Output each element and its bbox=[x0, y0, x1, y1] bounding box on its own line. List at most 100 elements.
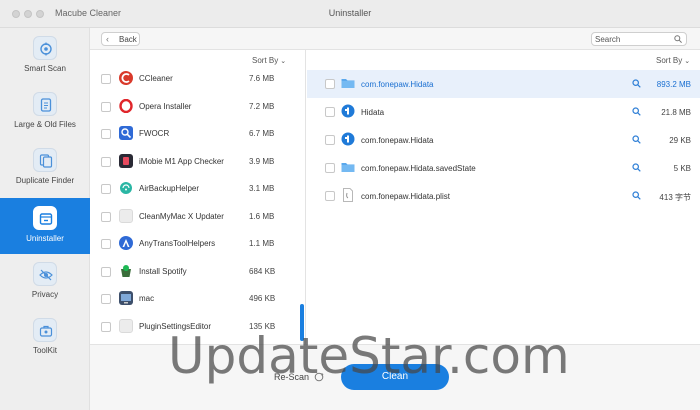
search-input[interactable] bbox=[595, 34, 675, 45]
list-item[interactable]: mac 496 KB bbox=[90, 286, 300, 314]
app-checkbox[interactable] bbox=[101, 239, 111, 249]
reveal-in-finder-icon[interactable] bbox=[632, 107, 641, 118]
sidebar-item-privacy[interactable]: Privacy bbox=[0, 254, 90, 310]
generic-app-icon bbox=[119, 208, 133, 223]
watermark-text: UpdateStar.com bbox=[168, 327, 570, 385]
file-row[interactable]: com.fonepaw.Hidata 893.2 MB bbox=[307, 70, 700, 98]
file-row[interactable]: com.fonepaw.Hidata 29 KB bbox=[307, 126, 700, 154]
list-item[interactable]: FWOCR 6.7 MB bbox=[90, 121, 300, 149]
search-box bbox=[591, 32, 687, 46]
plist-icon bbox=[341, 188, 355, 202]
list-item[interactable]: CCleaner 7.6 MB bbox=[90, 66, 300, 94]
file-checkbox[interactable] bbox=[325, 163, 335, 173]
reveal-in-finder-icon[interactable] bbox=[632, 163, 641, 174]
eye-off-icon bbox=[33, 262, 57, 286]
file-checkbox[interactable] bbox=[325, 79, 335, 89]
file-checkbox[interactable] bbox=[325, 135, 335, 145]
title-bar: Uninstaller Macube Cleaner bbox=[0, 0, 700, 28]
file-row[interactable]: com.fonepaw.Hidata.plist 413 字节 bbox=[307, 182, 700, 210]
sidebar-item-label: Duplicate Finder bbox=[15, 176, 75, 185]
app-size: 496 KB bbox=[249, 294, 276, 303]
app-checkbox[interactable] bbox=[101, 266, 111, 277]
app-name: Opera Installer bbox=[139, 101, 192, 111]
list-item[interactable]: AirBackupHelper 3.1 MB bbox=[90, 176, 300, 204]
sidebar-item-large-old-files[interactable]: Large & Old Files bbox=[0, 84, 90, 140]
file-name: Hidata bbox=[361, 108, 385, 117]
sidebar-item-label: Smart Scan bbox=[24, 64, 66, 73]
file-name: com.fonepaw.Hidata.savedState bbox=[361, 164, 476, 173]
file-list-pane: Sort By ⌄ com.fonepaw.Hidata 893.2 MB Hid… bbox=[307, 50, 700, 344]
ccleaner-icon bbox=[119, 71, 133, 85]
app-list-pane: Sort By ⌄ CCleaner 7.6 MB Opera Installer… bbox=[90, 50, 306, 344]
copy-icon bbox=[33, 148, 57, 172]
file-row[interactable]: Hidata 21.8 MB bbox=[307, 98, 700, 126]
search-icon[interactable] bbox=[674, 35, 682, 45]
app-checkbox[interactable] bbox=[101, 101, 111, 112]
back-button[interactable]: ‹ Back bbox=[101, 32, 140, 46]
anytrans-icon bbox=[119, 236, 133, 250]
file-checkbox[interactable] bbox=[325, 191, 335, 201]
app-name: Install Spotify bbox=[139, 266, 187, 276]
back-label: Back bbox=[119, 35, 137, 44]
airbackup-icon bbox=[119, 181, 133, 195]
sidebar: Smart Scan Large & Old Files Duplicate F… bbox=[0, 28, 90, 410]
app-sort-dropdown[interactable]: Sort By ⌄ bbox=[252, 56, 286, 65]
app-name: CCleaner bbox=[139, 74, 173, 83]
sidebar-item-label: ToolKit bbox=[32, 346, 57, 355]
file-checkbox[interactable] bbox=[325, 107, 335, 117]
folder-icon bbox=[341, 76, 355, 90]
sidebar-item-duplicate-finder[interactable]: Duplicate Finder bbox=[0, 140, 90, 196]
hidata-icon bbox=[341, 132, 355, 146]
list-item[interactable]: AnyTransToolHelpers 1.1 MB bbox=[90, 231, 300, 259]
list-item[interactable]: CleanMyMac X Updater 1.6 MB bbox=[90, 204, 300, 232]
app-checkbox[interactable] bbox=[101, 211, 111, 222]
app-checkbox[interactable] bbox=[101, 156, 111, 167]
app-size: 1.1 MB bbox=[249, 239, 275, 248]
file-size: 5 KB bbox=[673, 164, 691, 173]
sidebar-item-label: Uninstaller bbox=[26, 234, 64, 243]
sidebar-item-label: Large & Old Files bbox=[14, 120, 76, 129]
sidebar-item-uninstaller[interactable]: Uninstaller bbox=[0, 198, 90, 254]
sidebar-item-toolkit[interactable]: ToolKit bbox=[0, 310, 90, 366]
app-size: 3.1 MB bbox=[249, 184, 275, 193]
file-row[interactable]: com.fonepaw.Hidata.savedState 5 KB bbox=[307, 154, 700, 182]
list-item[interactable]: iMobie M1 App Checker 3.9 MB bbox=[90, 149, 300, 177]
file-size: 29 KB bbox=[669, 136, 691, 145]
mac-icon bbox=[119, 291, 133, 305]
list-item[interactable]: Opera Installer 7.2 MB bbox=[90, 94, 300, 122]
app-checkbox[interactable] bbox=[101, 129, 111, 139]
list-item[interactable]: Install Spotify 684 KB bbox=[90, 259, 300, 287]
app-title: Macube Cleaner bbox=[55, 8, 122, 18]
app-checkbox[interactable] bbox=[101, 74, 111, 84]
reveal-in-finder-icon[interactable] bbox=[632, 135, 641, 146]
app-name: AnyTransToolHelpers bbox=[139, 239, 216, 248]
file-size: 21.8 MB bbox=[661, 108, 691, 117]
sort-label: Sort By bbox=[252, 56, 279, 65]
document-icon bbox=[33, 92, 57, 116]
uninstall-icon bbox=[33, 206, 57, 230]
imobie-icon bbox=[119, 153, 133, 168]
app-size: 1.6 MB bbox=[249, 211, 275, 221]
file-name: com.fonepaw.Hidata bbox=[361, 80, 434, 89]
hidata-icon bbox=[341, 104, 355, 118]
reveal-in-finder-icon[interactable] bbox=[632, 79, 641, 90]
toolkit-icon bbox=[33, 318, 57, 342]
app-name: iMobie M1 App Checker bbox=[139, 156, 224, 166]
app-size: 684 KB bbox=[249, 266, 276, 276]
app-name: mac bbox=[139, 294, 155, 303]
app-size: 7.2 MB bbox=[249, 101, 275, 111]
file-size: 413 字节 bbox=[659, 193, 691, 202]
app-checkbox[interactable] bbox=[101, 294, 111, 304]
generic-app-icon bbox=[119, 318, 133, 333]
file-name: com.fonepaw.Hidata.plist bbox=[361, 192, 450, 201]
chevron-left-icon: ‹ bbox=[106, 34, 109, 44]
chevron-down-icon: ⌄ bbox=[684, 58, 691, 65]
sidebar-item-smart-scan[interactable]: Smart Scan bbox=[0, 28, 90, 84]
file-sort-dropdown[interactable]: Sort By ⌄ bbox=[656, 56, 690, 65]
app-checkbox[interactable] bbox=[101, 321, 111, 332]
sort-label: Sort By bbox=[656, 56, 683, 65]
app-checkbox[interactable] bbox=[101, 184, 111, 194]
app-name: FWOCR bbox=[139, 129, 170, 138]
reveal-in-finder-icon[interactable] bbox=[632, 191, 641, 202]
app-size: 3.9 MB bbox=[249, 156, 275, 166]
